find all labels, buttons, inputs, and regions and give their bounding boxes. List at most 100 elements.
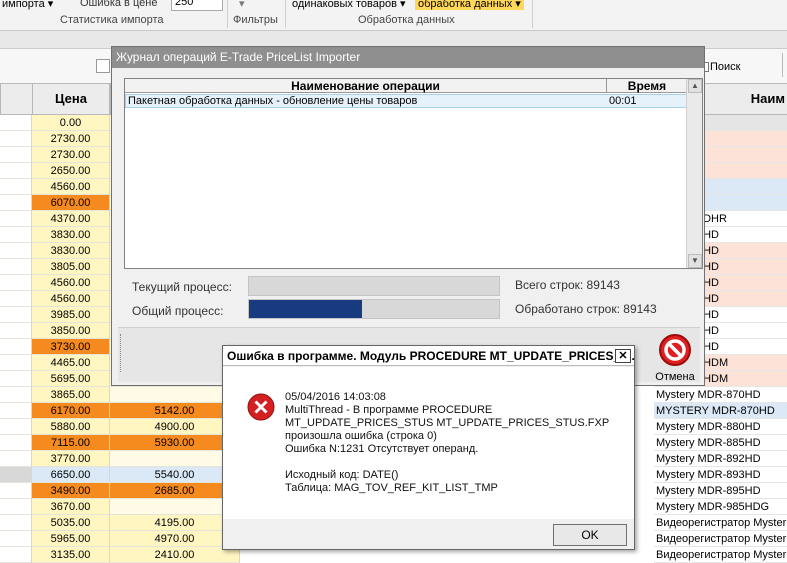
stop-icon	[659, 334, 691, 366]
name-cell[interactable]: Mystery MDR-985HDG	[654, 499, 787, 515]
price-cell[interactable]: 5880.00	[32, 419, 110, 435]
price-cell[interactable]: 3730.00	[32, 339, 110, 355]
data-processing-label: обработка данных	[418, 0, 513, 10]
name-cell[interactable]: Mystery MDR-893HD	[654, 467, 787, 483]
price-cell[interactable]: 7115.00	[32, 435, 110, 451]
price-cell[interactable]: 6170.00	[32, 403, 110, 419]
cancel-button[interactable]: Отмена	[652, 333, 698, 383]
import-dropdown[interactable]: импорта ▾	[2, 0, 53, 10]
row-header[interactable]	[0, 531, 32, 547]
operation-column-header[interactable]: Наименование операции	[125, 79, 607, 93]
price2-cell[interactable]: 4970.00	[110, 531, 240, 547]
cancel-label: Отмена	[655, 371, 695, 383]
price-cell[interactable]: 3985.00	[32, 307, 110, 323]
row-header[interactable]	[0, 419, 32, 435]
price-cell[interactable]: 3830.00	[32, 243, 110, 259]
ok-button[interactable]: OK	[553, 524, 627, 546]
scroll-up-icon[interactable]: ▲	[688, 79, 702, 93]
price2-cell[interactable]: 2685.00	[110, 483, 240, 499]
row-header[interactable]	[0, 211, 32, 227]
price2-cell[interactable]	[110, 451, 240, 467]
price-cell[interactable]: 3865.00	[32, 387, 110, 403]
filters-dropdown[interactable]: ▾	[239, 0, 245, 10]
row-header[interactable]	[0, 371, 32, 387]
current-progress-bar	[248, 276, 500, 296]
row-header[interactable]	[0, 115, 32, 131]
price-cell[interactable]: 3850.00	[32, 323, 110, 339]
scroll-down-icon[interactable]: ▼	[688, 254, 702, 268]
row-header[interactable]	[0, 179, 32, 195]
row-header[interactable]	[0, 131, 32, 147]
row-header[interactable]	[0, 275, 32, 291]
list-scrollbar[interactable]: ▲ ▼	[686, 79, 702, 268]
row-header[interactable]	[0, 515, 32, 531]
import-dropdown-label: импорта	[2, 0, 45, 10]
ribbon-separator	[285, 0, 286, 28]
name-cell[interactable]: Mystery MDR-870HD	[654, 387, 787, 403]
price2-cell[interactable]: 5540.00	[110, 467, 240, 483]
row-header[interactable]	[0, 291, 32, 307]
row-header[interactable]	[0, 195, 32, 211]
price2-cell[interactable]: 5930.00	[110, 435, 240, 451]
price-cell[interactable]: 6650.00	[32, 467, 110, 483]
price2-cell[interactable]: 4900.00	[110, 419, 240, 435]
price-cell[interactable]: 4465.00	[32, 355, 110, 371]
row-header[interactable]	[0, 467, 32, 483]
price-cell[interactable]: 5035.00	[32, 515, 110, 531]
name-cell[interactable]: Видеорегистратор Myster	[654, 515, 787, 531]
row-header[interactable]	[0, 339, 32, 355]
row-header[interactable]	[0, 259, 32, 275]
price-cell[interactable]: 4560.00	[32, 275, 110, 291]
name-cell[interactable]: MYSTERY MDR-870HD	[654, 403, 787, 419]
price-cell[interactable]: 2730.00	[32, 131, 110, 147]
row-header[interactable]	[0, 355, 32, 371]
price-column-header[interactable]: Цена	[32, 83, 110, 115]
row-header[interactable]	[0, 483, 32, 499]
price-cell[interactable]: 6070.00	[32, 195, 110, 211]
data-processing-dropdown[interactable]: обработка данных ▾	[415, 0, 524, 10]
price2-cell[interactable]: 5142.00	[110, 403, 240, 419]
row-header-column	[0, 83, 32, 115]
row-header[interactable]	[0, 307, 32, 323]
price-cell[interactable]: 4370.00	[32, 211, 110, 227]
price-cell[interactable]: 3830.00	[32, 227, 110, 243]
row-header[interactable]	[0, 147, 32, 163]
row-header[interactable]	[0, 451, 32, 467]
price-cell[interactable]: 2650.00	[32, 163, 110, 179]
price2-cell[interactable]	[110, 499, 240, 515]
operation-time: 00:01	[609, 95, 637, 107]
name-cell[interactable]: Mystery MDR-880HD	[654, 419, 787, 435]
name-cell[interactable]: Mystery MDR-885HD	[654, 435, 787, 451]
row-header[interactable]	[0, 403, 32, 419]
filter-checkbox[interactable]	[96, 59, 110, 73]
row-header[interactable]	[0, 435, 32, 451]
time-column-header[interactable]: Время	[607, 79, 687, 93]
name-cell[interactable]: Видеорегистратор Myster	[654, 531, 787, 547]
price-cell[interactable]: 4560.00	[32, 291, 110, 307]
operations-list[interactable]: Наименование операции Время Пакетная обр…	[124, 78, 703, 269]
price2-cell[interactable]	[110, 387, 240, 403]
price-cell[interactable]: 3670.00	[32, 499, 110, 515]
row-header[interactable]	[0, 163, 32, 179]
name-cell[interactable]: Mystery MDR-895HD	[654, 483, 787, 499]
price-cell[interactable]: 3805.00	[32, 259, 110, 275]
price-cell[interactable]: 5695.00	[32, 371, 110, 387]
price-cell[interactable]: 2730.00	[32, 147, 110, 163]
same-goods-dropdown[interactable]: одинаковых товаров ▾	[292, 0, 406, 10]
list-item[interactable]: Пакетная обработка данных - обновление ц…	[125, 94, 687, 108]
row-header[interactable]	[0, 499, 32, 515]
price-cell[interactable]: 5965.00	[32, 531, 110, 547]
name-cell[interactable]: Mystery MDR-892HD	[654, 451, 787, 467]
row-header[interactable]	[0, 323, 32, 339]
error-in-price-input[interactable]: 250	[171, 0, 223, 11]
row-header[interactable]	[0, 243, 32, 259]
search-field-edge	[782, 53, 787, 77]
price-cell[interactable]: 3490.00	[32, 483, 110, 499]
price-cell[interactable]: 4560.00	[32, 179, 110, 195]
price-cell[interactable]: 0.00	[32, 115, 110, 131]
close-icon[interactable]: ✕	[615, 349, 631, 363]
row-header[interactable]	[0, 387, 32, 403]
row-header[interactable]	[0, 227, 32, 243]
price2-cell[interactable]: 4195.00	[110, 515, 240, 531]
price-cell[interactable]: 3770.00	[32, 451, 110, 467]
